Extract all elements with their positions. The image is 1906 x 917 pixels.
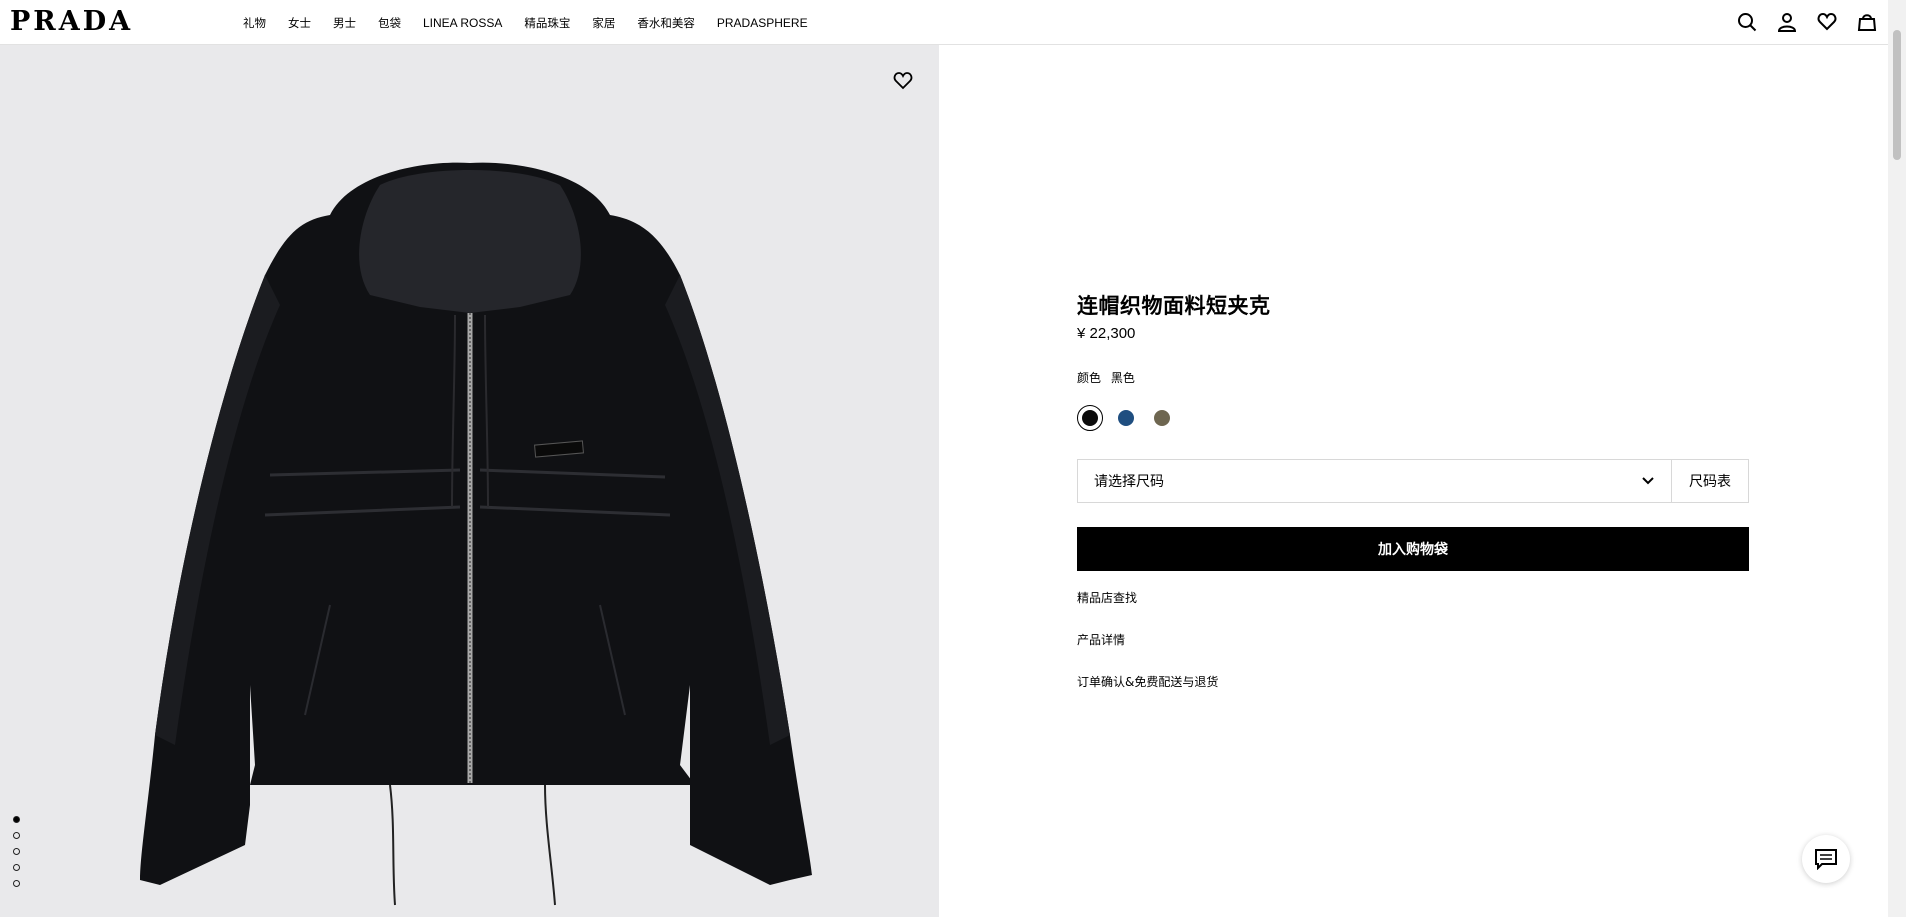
color-swatches [1077,405,1185,431]
shipping-returns-link[interactable]: 订单确认&免费配送与退货 [1077,673,1218,690]
color-label-row: 颜色 黑色 [1077,369,1141,386]
product-details-link[interactable]: 产品详情 [1077,631,1125,648]
gallery-dot[interactable] [13,816,20,823]
swatch-fill [1082,410,1098,426]
chevron-down-icon [1642,477,1654,485]
bag-icon[interactable] [1856,11,1878,33]
size-chart-button[interactable]: 尺码表 [1672,460,1748,502]
heart-icon[interactable] [890,68,916,94]
nav-item-linea-rossa[interactable]: LINEA ROSSA [423,16,502,30]
product-info-panel: 连帽织物面料短夹克 ¥ 22,300 颜色 黑色 请选择尺码 尺码表 加入购物袋… [939,45,1888,917]
gallery-dot[interactable] [13,832,20,839]
scrollbar-thumb[interactable] [1893,30,1901,160]
nav-item-pradasphere[interactable]: PRADASPHERE [717,16,808,30]
store-locator-link[interactable]: 精品店查找 [1077,589,1137,606]
swatch-olive[interactable] [1149,405,1175,431]
nav-item-jewelry[interactable]: 精品珠宝 [524,15,570,31]
nav-item-beauty[interactable]: 香水和美容 [637,15,695,31]
prada-logo[interactable]: PRADA [10,8,133,36]
nav-item-women[interactable]: 女士 [288,15,311,31]
product-title: 连帽织物面料短夹克 [1077,294,1271,318]
nav-item-gifts[interactable]: 礼物 [243,15,266,31]
site-header: PRADA 礼物 女士 男士 包袋 LINEA ROSSA 精品珠宝 家居 香水… [0,0,1888,45]
header-icons [1718,11,1878,33]
gallery-dot[interactable] [13,848,20,855]
nav-item-men[interactable]: 男士 [333,15,356,31]
size-selector: 请选择尺码 尺码表 [1077,459,1749,503]
product-image-gallery[interactable] [0,45,939,917]
chat-icon[interactable] [1802,835,1850,883]
size-placeholder: 请选择尺码 [1094,474,1164,490]
nav-item-bags[interactable]: 包袋 [378,15,401,31]
gallery-dot[interactable] [13,864,20,871]
swatch-black[interactable] [1077,405,1103,431]
size-dropdown[interactable]: 请选择尺码 [1078,460,1672,502]
search-icon[interactable] [1736,11,1758,33]
gallery-dot[interactable] [13,880,20,887]
nav-item-home[interactable]: 家居 [592,15,615,31]
account-icon[interactable] [1776,11,1798,33]
scrollbar[interactable] [1888,0,1906,917]
gallery-pagination [13,816,20,896]
product-image [140,162,812,906]
swatch-blue[interactable] [1113,405,1139,431]
add-to-bag-button[interactable]: 加入购物袋 [1077,527,1749,571]
main-nav: 礼物 女士 男士 包袋 LINEA ROSSA 精品珠宝 家居 香水和美容 PR… [243,0,830,45]
product-price: ¥ 22,300 [1077,325,1136,342]
wishlist-icon[interactable] [1816,11,1838,33]
color-label: 颜色 [1077,371,1102,385]
swatch-fill [1154,410,1170,426]
swatch-fill [1118,410,1134,426]
color-value: 黑色 [1110,371,1135,385]
